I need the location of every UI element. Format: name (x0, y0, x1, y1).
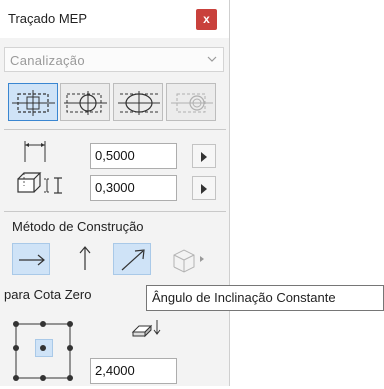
center-line-icon (12, 90, 55, 116)
divider (4, 211, 226, 212)
elevation-field[interactable]: 2,4000 (90, 358, 177, 384)
mep-routing-panel: Traçado MEP x Canalização 0,5000 0,3000 … (0, 0, 230, 386)
window-title: Traçado MEP (8, 11, 87, 26)
width-dimension-icon (24, 141, 46, 162)
arrow-right-icon (201, 184, 207, 194)
oval-duct-icon (118, 91, 160, 115)
construction-method-label: Método de Construção (12, 219, 144, 234)
anchor-dots (13, 321, 73, 381)
arrow-up-icon (79, 246, 91, 270)
system-dropdown-value: Canalização (10, 53, 85, 68)
flex-duct-icon (171, 93, 213, 113)
placement-flex-button[interactable] (166, 83, 216, 121)
placement-center-button[interactable] (8, 83, 58, 121)
elevation-icon (131, 320, 161, 338)
method-slope-button[interactable] (113, 243, 151, 275)
divider (4, 129, 226, 130)
tooltip: Ângulo de Inclinação Constante (146, 285, 384, 311)
title-bar: Traçado MEP x (0, 0, 229, 38)
width-field[interactable]: 0,5000 (90, 143, 177, 169)
cube-arrows-icon (173, 249, 204, 273)
method-vertical-button[interactable] (66, 243, 104, 275)
anchor-point-grid[interactable] (12, 318, 74, 384)
close-button[interactable]: x (196, 9, 217, 30)
placement-oval-button[interactable] (113, 83, 163, 121)
method-3d-button[interactable] (162, 243, 214, 275)
chevron-down-icon (207, 56, 217, 62)
arrow-right-icon (201, 152, 207, 162)
round-duct-icon (64, 91, 107, 115)
method-horizontal-button[interactable] (12, 243, 50, 275)
width-link-button[interactable] (192, 144, 216, 168)
reference-label: para Cota Zero (4, 287, 92, 302)
system-dropdown[interactable]: Canalização (4, 47, 224, 72)
height-link-button[interactable] (192, 176, 216, 200)
height-dimension-icon (17, 172, 62, 194)
arrow-diagonal-icon (121, 249, 145, 271)
placement-round-button[interactable] (60, 83, 110, 121)
height-field[interactable]: 0,3000 (90, 175, 177, 201)
arrow-right-icon (19, 254, 45, 266)
